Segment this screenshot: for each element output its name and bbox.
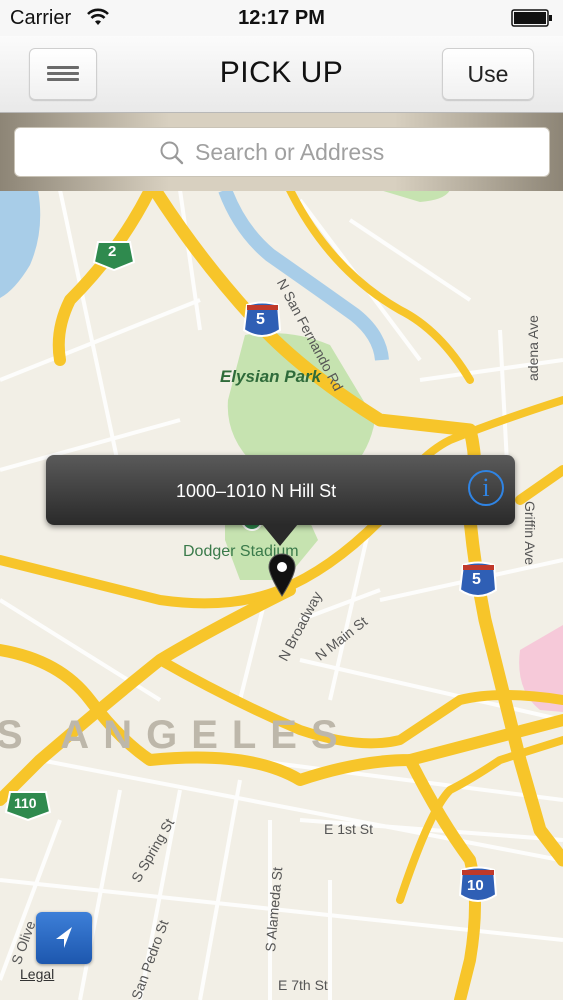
route-i5-shield-top: 5 (256, 311, 265, 328)
map-label-e-7th-st: E 7th St (278, 977, 328, 993)
search-input[interactable]: Search or Address (14, 127, 550, 177)
map-label-los-angeles: S ANGELES (0, 713, 352, 757)
route-i5-shield-right: 5 (472, 571, 481, 588)
map-label-griffin-ave: Griffin Ave (522, 501, 538, 566)
legal-link[interactable]: Legal (20, 966, 54, 982)
search-placeholder: Search or Address (195, 139, 385, 165)
map-pin-icon[interactable] (266, 552, 298, 598)
current-location-button[interactable] (36, 912, 92, 964)
search-bar-area: Search or Address (0, 113, 563, 191)
location-arrow-icon (56, 927, 72, 948)
nav-bar: PICK UP Use (0, 36, 563, 113)
battery-icon (511, 9, 552, 27)
callout-address: 1000–1010 N Hill St (176, 481, 337, 501)
status-bar: Carrier 12:17 PM (0, 0, 563, 36)
route-2-shield: 2 (108, 243, 117, 260)
search-icon (160, 141, 184, 165)
info-button[interactable]: i (468, 470, 504, 506)
map-label-e-1st-st: E 1st St (324, 821, 374, 837)
info-icon: i (482, 473, 490, 502)
use-button[interactable]: Use (442, 48, 534, 100)
route-i10-shield: 10 (467, 877, 484, 894)
map-label-pasadena-ave: adena Ave (525, 315, 541, 381)
callout-arrow (262, 524, 298, 546)
route-110-shield: 110 (14, 795, 37, 811)
address-callout[interactable]: 1000–1010 N Hill St i (46, 455, 515, 525)
map-label-elysian-park: Elysian Park (220, 367, 322, 386)
status-time: 12:17 PM (238, 7, 325, 29)
